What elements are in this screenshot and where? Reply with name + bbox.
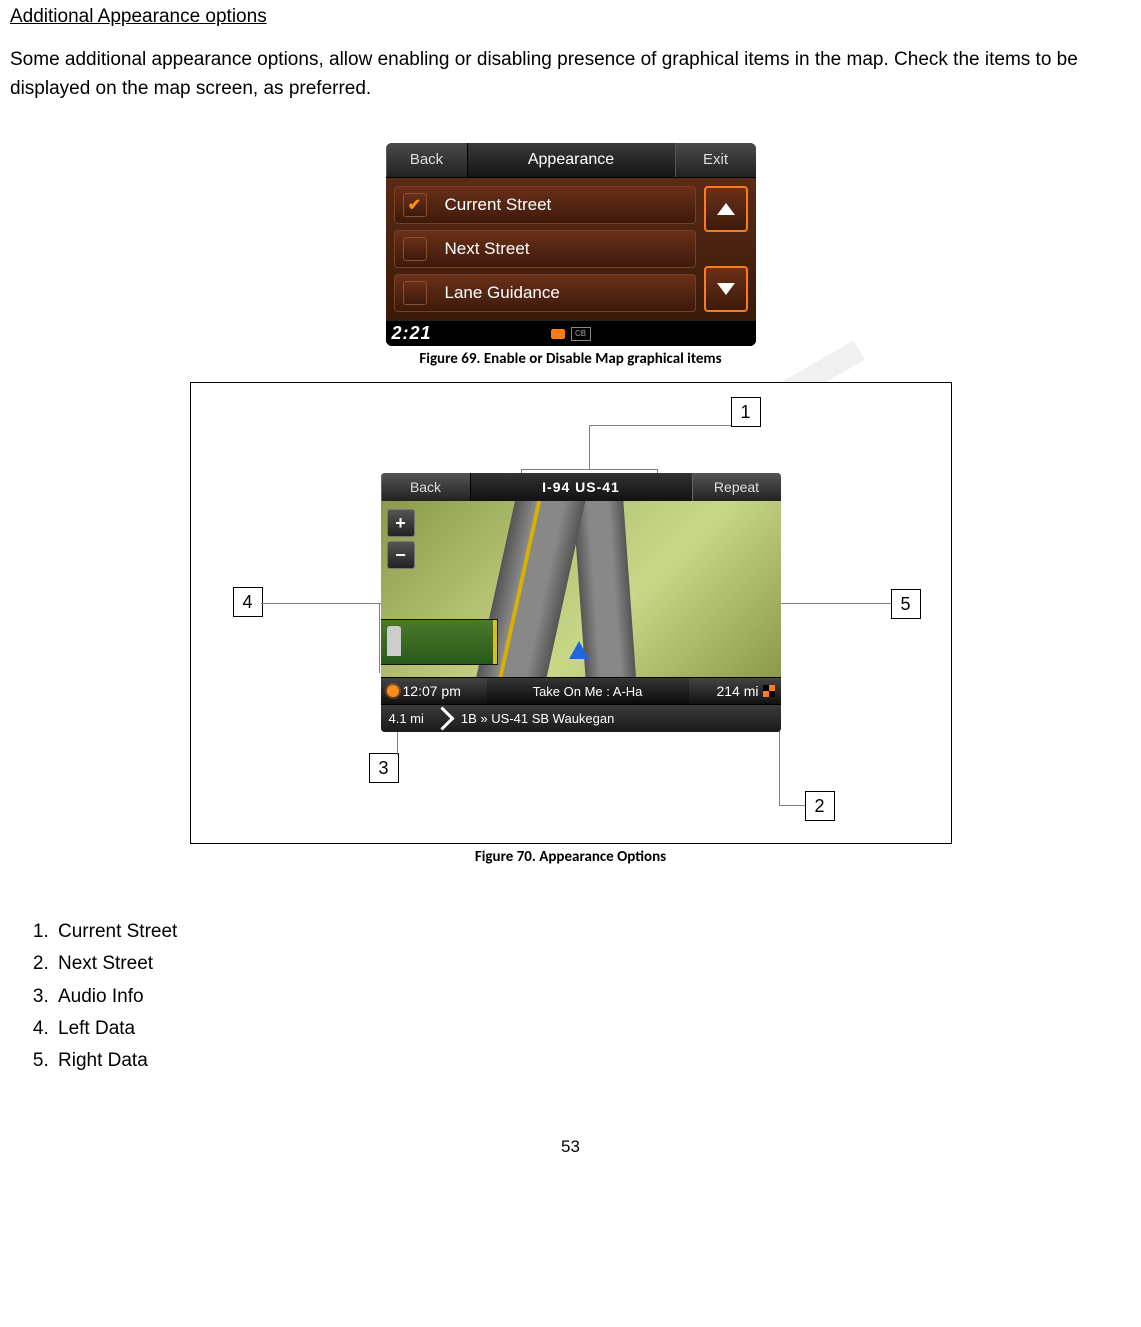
lane-guidance-overlay — [381, 619, 498, 665]
callout-2: 2 — [805, 791, 835, 821]
exit-button[interactable]: Exit — [675, 143, 756, 177]
right-data-value: 214 mi — [716, 683, 758, 699]
triangle-down-icon — [717, 283, 735, 295]
legend-item: Audio Info — [54, 981, 1131, 1013]
callout-5: 5 — [891, 589, 921, 619]
checkbox-icon[interactable] — [403, 237, 427, 261]
legend-item: Left Data — [54, 1013, 1131, 1045]
scroll-down-button[interactable] — [704, 266, 748, 312]
legend-item: Right Data — [54, 1045, 1131, 1077]
list-item-label: Current Street — [445, 195, 552, 215]
zoom-in-button[interactable]: + — [387, 509, 415, 537]
status-bar: 2:21 CB — [386, 320, 756, 346]
page-number: 53 — [10, 1137, 1131, 1157]
cb-icon: CB — [571, 327, 591, 341]
current-street-label: I-94 US-41 — [471, 473, 692, 501]
navigation-map-screen: Back I-94 US-41 Repeat + − 12:07 pm Take… — [381, 473, 781, 732]
intro-paragraph: Some additional appearance options, allo… — [10, 46, 1131, 103]
checkbox-checked-icon[interactable]: ✔ — [403, 193, 427, 217]
audio-info-field[interactable]: Take On Me : A-Ha — [487, 679, 689, 704]
vehicle-icon — [569, 641, 589, 659]
list-item-label: Next Street — [445, 239, 530, 259]
section-title: Additional Appearance options — [10, 6, 1131, 28]
clock: 2:21 — [392, 323, 432, 344]
legend-item: Current Street — [54, 916, 1131, 948]
callout-4: 4 — [233, 587, 263, 617]
back-button[interactable]: Back — [381, 473, 471, 501]
annotated-map-figure: 1 2 3 4 5 Back I-94 US-41 Repeat — [190, 382, 952, 844]
sun-icon — [387, 685, 399, 697]
back-button[interactable]: Back — [386, 143, 468, 177]
next-street-bar[interactable]: 4.1 mi 1B » US-41 SB Waukegan — [381, 705, 781, 732]
left-data-field[interactable]: 12:07 pm — [381, 678, 487, 704]
callout-1: 1 — [731, 397, 761, 427]
turn-arrow-icon — [430, 706, 454, 730]
next-street-label: 1B » US-41 SB Waukegan — [461, 711, 614, 726]
list-item[interactable]: Lane Guidance — [394, 274, 696, 312]
legend-item: Next Street — [54, 948, 1131, 980]
left-data-value: 12:07 pm — [403, 683, 461, 699]
callout-3: 3 — [369, 753, 399, 783]
list-item[interactable]: ✔ Current Street — [394, 186, 696, 224]
repeat-button[interactable]: Repeat — [692, 473, 781, 501]
scroll-up-button[interactable] — [704, 186, 748, 232]
right-data-field[interactable]: 214 mi — [689, 678, 781, 704]
destination-flag-icon — [763, 685, 775, 697]
figure-caption: Figure 70. Appearance Options — [10, 848, 1131, 866]
list-item[interactable]: Next Street — [394, 230, 696, 268]
next-turn-distance: 4.1 mi — [389, 711, 424, 726]
screen-title: Appearance — [468, 143, 675, 177]
figure-caption: Figure 69. Enable or Disable Map graphic… — [10, 350, 1131, 368]
appearance-settings-screen: Back Appearance Exit ✔ Current Street Ne… — [386, 143, 756, 346]
legend-list: Current Street Next Street Audio Info Le… — [10, 916, 1131, 1077]
map-view[interactable]: + − — [381, 501, 781, 677]
checkbox-icon[interactable] — [403, 281, 427, 305]
triangle-up-icon — [717, 203, 735, 215]
zoom-out-button[interactable]: − — [387, 541, 415, 569]
brand-icon — [551, 329, 565, 339]
list-item-label: Lane Guidance — [445, 283, 560, 303]
